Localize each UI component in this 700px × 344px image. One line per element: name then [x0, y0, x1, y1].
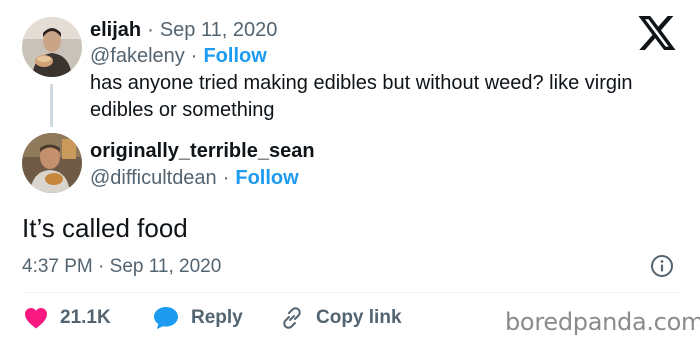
separator-dot: ·	[190, 45, 198, 67]
avatar[interactable]	[22, 133, 82, 193]
author-name[interactable]: elijah	[90, 19, 141, 41]
reply-timestamp[interactable]: 4:37 PM · Sep 11, 2020	[22, 255, 221, 279]
reply-handle-row: @difficultdean · Follow	[90, 166, 299, 190]
author-name[interactable]: originally_terrible_sean	[90, 140, 315, 162]
tweet-handle-row: @fakeleny · Follow	[90, 44, 267, 68]
copy-link-label: Copy link	[316, 307, 402, 328]
copy-link-button[interactable]: Copy link	[280, 305, 402, 331]
info-icon[interactable]	[650, 254, 674, 278]
reply-header: originally_terrible_sean	[90, 139, 315, 163]
reply-text: It’s called food	[22, 213, 188, 243]
author-handle[interactable]: @difficultdean	[90, 167, 217, 189]
follow-button[interactable]: Follow	[203, 45, 266, 67]
tweet-date[interactable]: Sep 11, 2020	[160, 19, 278, 41]
link-icon	[283, 307, 301, 329]
divider	[22, 292, 678, 293]
tweet-text: has anyone tried making edibles but with…	[90, 72, 633, 121]
author-handle[interactable]: @fakeleny	[90, 45, 185, 67]
thread-connector	[50, 84, 53, 127]
watermark: boredpanda.com	[505, 308, 700, 336]
like-count: 21.1K	[60, 307, 111, 328]
tweet-header: elijah · Sep 11, 2020	[90, 18, 277, 42]
reply-label: Reply	[191, 307, 243, 328]
separator-dot: ·	[222, 167, 230, 189]
avatar[interactable]	[22, 17, 82, 77]
follow-button[interactable]: Follow	[235, 167, 298, 189]
separator-dot: ·	[147, 19, 154, 41]
heart-icon	[25, 308, 47, 329]
reply-bubble-icon	[154, 307, 178, 329]
like-button[interactable]: 21.1K	[24, 305, 111, 331]
reply-button[interactable]: Reply	[153, 305, 243, 331]
x-logo-icon[interactable]	[638, 16, 676, 50]
